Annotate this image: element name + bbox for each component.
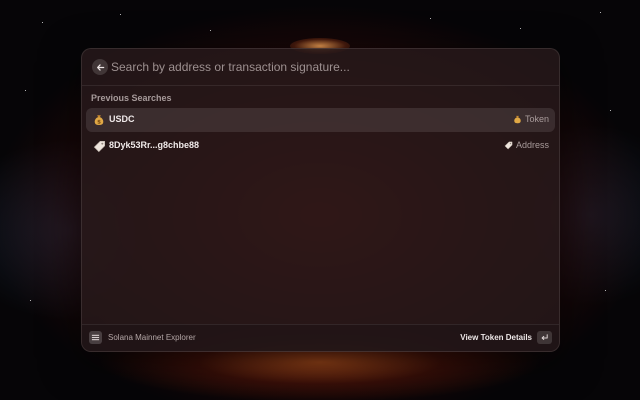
money-bag-icon (513, 115, 522, 124)
arrow-left-icon[interactable] (92, 59, 108, 75)
star (520, 28, 521, 29)
star (42, 22, 43, 23)
list-item-accessory: Address (504, 140, 549, 150)
list-item-title: USDC (109, 114, 135, 124)
action-bar: Solana Mainnet Explorer View Token Detai… (82, 324, 559, 351)
section-title: Previous Searches (91, 93, 172, 103)
list-item-title: 8Dyk53Rr...g8chbe88 (109, 140, 200, 150)
star (30, 300, 31, 301)
list-item-accessory-label: Token (524, 114, 549, 124)
return-key-icon[interactable] (537, 331, 552, 344)
tag-icon (504, 141, 513, 150)
star (120, 14, 121, 15)
app-name: Solana Mainnet Explorer (108, 333, 196, 342)
money-bag-icon: $ (92, 113, 106, 127)
tag-icon (92, 139, 106, 153)
list-item[interactable]: 8Dyk53Rr...g8chbe88 Address (86, 134, 555, 158)
svg-text:$: $ (97, 119, 101, 125)
star (605, 290, 606, 291)
search-input[interactable] (111, 58, 541, 76)
star (210, 30, 211, 31)
star (430, 18, 431, 19)
star (600, 12, 601, 13)
star (610, 110, 611, 111)
command-palette: Previous Searches $ USDC Token (81, 48, 560, 352)
list-item[interactable]: $ USDC Token (86, 108, 555, 132)
list-item-accessory-label: Address (515, 140, 549, 150)
list-item-accessory: Token (513, 114, 549, 124)
star (25, 90, 26, 91)
search-bar (82, 49, 559, 86)
arrow-left-icon-glyph (96, 63, 104, 71)
list-icon[interactable] (89, 331, 102, 344)
primary-action-button[interactable]: View Token Details (460, 333, 532, 342)
